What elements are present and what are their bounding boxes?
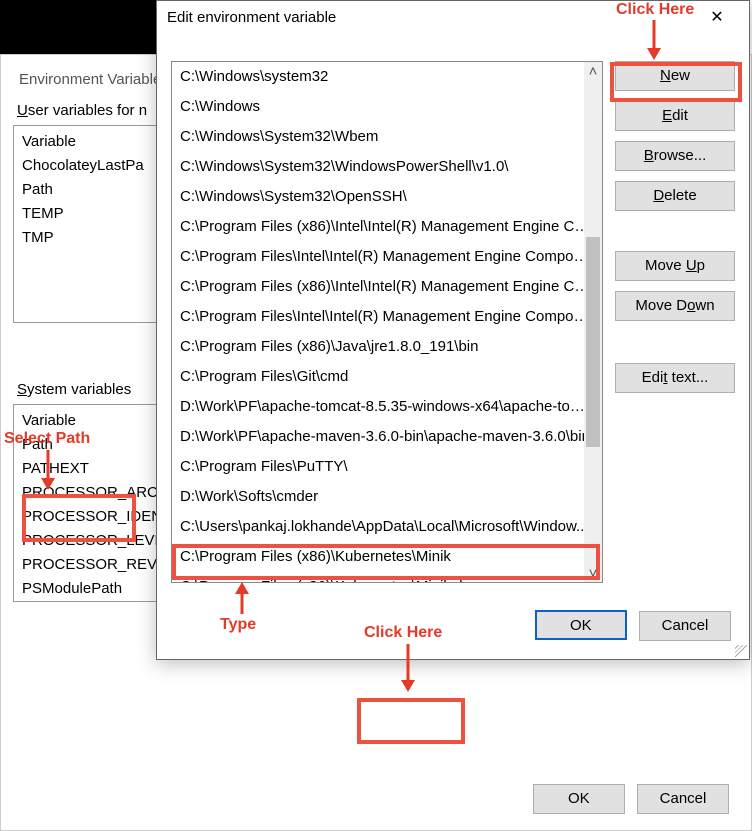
list-item[interactable]: C:\Program Files (x86)\Java\jre1.8.0_191… xyxy=(172,332,602,362)
edit-text-button[interactable]: Edit text... xyxy=(615,363,735,393)
scroll-thumb[interactable] xyxy=(586,237,600,447)
close-icon[interactable]: ✕ xyxy=(695,1,739,35)
edit-button[interactable]: Edit xyxy=(615,101,735,131)
cancel-button[interactable]: Cancel xyxy=(639,611,731,641)
edit-env-var-dialog: Edit environment variable ✕ C:\Windows\s… xyxy=(156,0,750,660)
annotation-click-here-top: Click Here xyxy=(616,1,694,19)
new-button[interactable]: New xyxy=(615,61,735,91)
list-item[interactable]: C:\Windows\System32\WindowsPowerShell\v1… xyxy=(172,152,602,182)
annotation-select-path: Select Path xyxy=(4,430,90,448)
list-item[interactable]: C:\Program Files (x86)\Kubernetes\Miniku… xyxy=(172,572,602,583)
move-up-button[interactable]: Move Up xyxy=(615,251,735,281)
list-item[interactable]: C:\Program Files\Intel\Intel(R) Manageme… xyxy=(172,302,602,332)
list-item[interactable]: C:\Windows\System32\Wbem xyxy=(172,122,602,152)
list-item[interactable]: D:\Work\Softs\cmder xyxy=(172,482,602,512)
list-item[interactable]: C:\Windows xyxy=(172,92,602,122)
list-item[interactable]: C:\Program Files\PuTTY\ xyxy=(172,452,602,482)
list-item[interactable]: D:\Work\PF\apache-maven-3.6.0-bin\apache… xyxy=(172,422,602,452)
list-item[interactable]: D:\Work\PF\apache-tomcat-8.5.35-windows-… xyxy=(172,392,602,422)
list-item[interactable]: C:\Program Files\Git\cmd xyxy=(172,362,602,392)
list-item[interactable]: C:\Program Files (x86)\Kubernetes\Minik xyxy=(172,542,602,572)
delete-button[interactable]: Delete xyxy=(615,181,735,211)
resize-grip-icon[interactable] xyxy=(735,645,747,657)
list-item[interactable]: C:\Program Files\Intel\Intel(R) Manageme… xyxy=(172,242,602,272)
ok-button[interactable]: OK xyxy=(535,610,627,640)
list-item[interactable]: C:\Program Files (x86)\Intel\Intel(R) Ma… xyxy=(172,272,602,302)
list-item[interactable]: C:\Windows\System32\OpenSSH\ xyxy=(172,182,602,212)
browse-button[interactable]: Browse... xyxy=(615,141,735,171)
scroll-down-icon[interactable]: ˅ xyxy=(584,564,602,582)
ok-button[interactable]: OK xyxy=(533,784,625,814)
move-down-button[interactable]: Move Down xyxy=(615,291,735,321)
path-values-list[interactable]: C:\Windows\system32 C:\Windows C:\Window… xyxy=(171,61,603,583)
annotation-type: Type xyxy=(220,616,256,634)
scroll-up-icon[interactable]: ˄ xyxy=(584,62,602,80)
list-item[interactable]: C:\Windows\system32 xyxy=(172,62,602,92)
cancel-button[interactable]: Cancel xyxy=(637,784,729,814)
list-item[interactable]: C:\Program Files (x86)\Intel\Intel(R) Ma… xyxy=(172,212,602,242)
annotation-click-here-bottom: Click Here xyxy=(364,624,442,642)
scrollbar[interactable]: ˄ ˅ xyxy=(584,62,602,582)
dialog-title: Edit environment variable xyxy=(167,1,336,35)
list-item[interactable]: C:\Users\pankaj.lokhande\AppData\Local\M… xyxy=(172,512,602,542)
